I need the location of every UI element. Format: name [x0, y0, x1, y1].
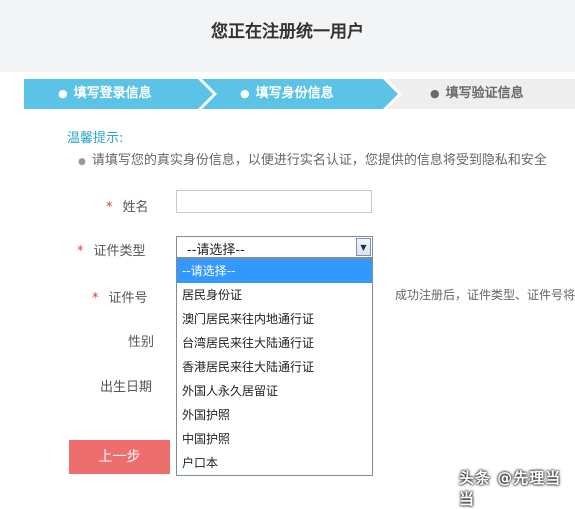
id-number-label-row: * 证件号: [92, 287, 148, 306]
step-1-label: 填写登录信息: [73, 86, 152, 101]
id-type-label: 证件类型: [93, 244, 146, 259]
id-type-option[interactable]: 台湾居民来往大陆通行证: [177, 331, 372, 355]
required-mark: *: [77, 244, 84, 259]
id-number-label: 证件号: [108, 291, 148, 306]
id-type-option[interactable]: 户口本: [177, 451, 372, 475]
id-type-option[interactable]: 外国人永久居留证: [177, 379, 372, 403]
name-input[interactable]: [176, 190, 372, 213]
id-type-option[interactable]: 中国护照: [177, 427, 372, 451]
dropdown-arrow-icon[interactable]: ▼: [356, 238, 371, 256]
prev-step-button[interactable]: 上一步: [69, 440, 170, 474]
step-2: ● 填写身份信息: [240, 79, 334, 109]
step-1: ● 填写登录信息: [58, 79, 152, 109]
tips-bullet-icon: ●: [78, 157, 86, 167]
step-3: ● 填写验证信息: [430, 79, 524, 109]
id-number-note: 成功注册后，证件类型、证件号将: [395, 288, 575, 302]
step-bullet-icon: ●: [430, 87, 440, 100]
name-label: 姓名: [122, 200, 149, 215]
step-3-label: 填写验证信息: [445, 86, 524, 101]
id-type-option[interactable]: 居民身份证: [177, 283, 372, 307]
watermark: 头条 @先理当当: [459, 469, 562, 508]
tips-title: 温馨提示:: [67, 131, 124, 146]
id-type-option[interactable]: 外国护照: [177, 403, 372, 427]
id-type-dropdown-list: --请选择-- 居民身份证 澳门居民来往内地通行证 台湾居民来往大陆通行证 香港…: [176, 258, 373, 476]
birth-date-label: 出生日期: [100, 380, 153, 395]
id-type-label-row: * 证件类型: [77, 240, 146, 259]
id-type-select[interactable]: --请选择-- ▼: [176, 236, 373, 258]
tips-text-row: ● 请填写您的真实身份信息，以便进行实名认证，您提供的信息将受到隐私和安全: [78, 149, 575, 168]
id-type-selected-value: --请选择--: [187, 243, 245, 258]
step-2-label: 填写身份信息: [255, 86, 334, 101]
step-bullet-icon: ●: [58, 87, 68, 100]
step-bullet-icon: ●: [240, 87, 250, 100]
required-mark: *: [92, 291, 99, 306]
id-type-option[interactable]: 澳门居民来往内地通行证: [177, 307, 372, 331]
required-mark: *: [106, 200, 113, 215]
id-type-option[interactable]: --请选择--: [177, 259, 372, 283]
id-type-option[interactable]: 香港居民来往大陆通行证: [177, 355, 372, 379]
gender-label: 性别: [128, 335, 155, 350]
tips-text: 请填写您的真实身份信息，以便进行实名认证，您提供的信息将受到隐私和安全: [91, 153, 547, 168]
name-label-row: * 姓名: [106, 196, 149, 215]
